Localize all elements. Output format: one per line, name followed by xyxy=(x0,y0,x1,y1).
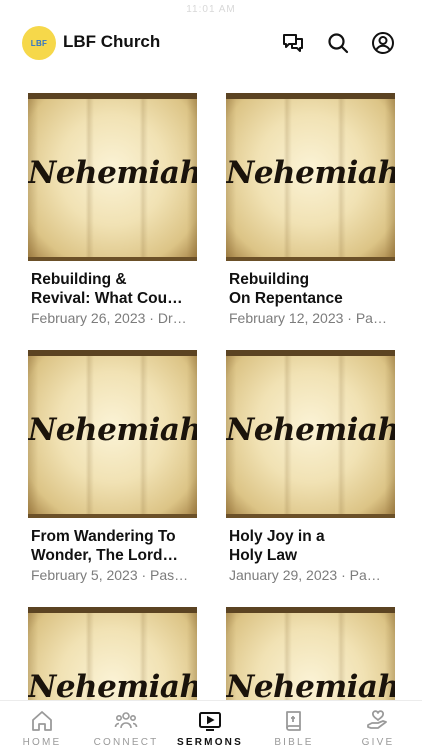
sermon-title: Rebuilding & Revival: What Cou… xyxy=(31,271,183,307)
sermon-thumbnail: Nehemiah xyxy=(226,350,395,518)
logo-text: LBF xyxy=(30,38,48,48)
status-bar-time: 11:01 AM xyxy=(186,4,236,15)
tab-give[interactable]: GIVE xyxy=(336,701,420,750)
profile-icon[interactable] xyxy=(370,30,396,56)
sermon-thumbnail: Nehemiah xyxy=(28,93,197,261)
sermon-meta: February 26, 2023 · Dr… xyxy=(31,310,187,326)
give-icon xyxy=(366,709,390,733)
tab-label: SERMONS xyxy=(177,737,243,748)
tab-label: BIBLE xyxy=(274,737,314,748)
sermon-title: Holy Joy in a Holy Law xyxy=(229,528,325,564)
sermon-meta: January 29, 2023 · Pa… xyxy=(229,567,381,583)
tab-sermons[interactable]: SERMONS xyxy=(168,701,252,750)
bottom-tab-bar: HOME CONNECT SERMONS BIBLE GIVE xyxy=(0,700,422,750)
church-logo[interactable]: LBF xyxy=(22,26,56,60)
thumbnail-title: Nehemiah xyxy=(226,412,395,448)
thumbnail-title: Nehemiah xyxy=(226,155,395,191)
thumbnail-title: Nehemiah xyxy=(28,412,197,448)
tab-label: CONNECT xyxy=(93,737,159,748)
book-icon xyxy=(282,709,306,733)
tab-label: GIVE xyxy=(361,737,395,748)
people-icon xyxy=(114,709,138,733)
sermon-card[interactable]: Nehemiah From Wandering To Wonder, The L… xyxy=(28,350,197,584)
video-icon xyxy=(198,709,222,733)
home-icon xyxy=(30,709,54,733)
app-header: LBF LBF Church xyxy=(0,24,422,62)
tab-connect[interactable]: CONNECT xyxy=(84,701,168,750)
sermon-card[interactable]: Nehemiah Rebuilding & Revival: What Cou…… xyxy=(28,93,197,327)
sermon-card[interactable]: Nehemiah Rebuilding On Repentance Februa… xyxy=(226,93,395,327)
sermon-card[interactable]: Nehemiah Holy Joy in a Holy Law January … xyxy=(226,350,395,584)
sermon-thumbnail: Nehemiah xyxy=(28,350,197,518)
tab-bible[interactable]: BIBLE xyxy=(252,701,336,750)
tab-label: HOME xyxy=(22,737,62,748)
chat-icon[interactable] xyxy=(280,30,306,56)
search-icon[interactable] xyxy=(325,30,351,56)
sermon-thumbnail: Nehemiah xyxy=(226,93,395,261)
thumbnail-title: Nehemiah xyxy=(28,155,197,191)
sermon-title: Rebuilding On Repentance xyxy=(229,271,343,307)
sermon-title: From Wandering To Wonder, The Lord… xyxy=(31,528,178,564)
sermon-meta: February 12, 2023 · Pa… xyxy=(229,310,387,326)
app-title: LBF Church xyxy=(63,32,161,51)
sermon-meta: February 5, 2023 · Pas… xyxy=(31,567,189,583)
tab-home[interactable]: HOME xyxy=(0,701,84,750)
